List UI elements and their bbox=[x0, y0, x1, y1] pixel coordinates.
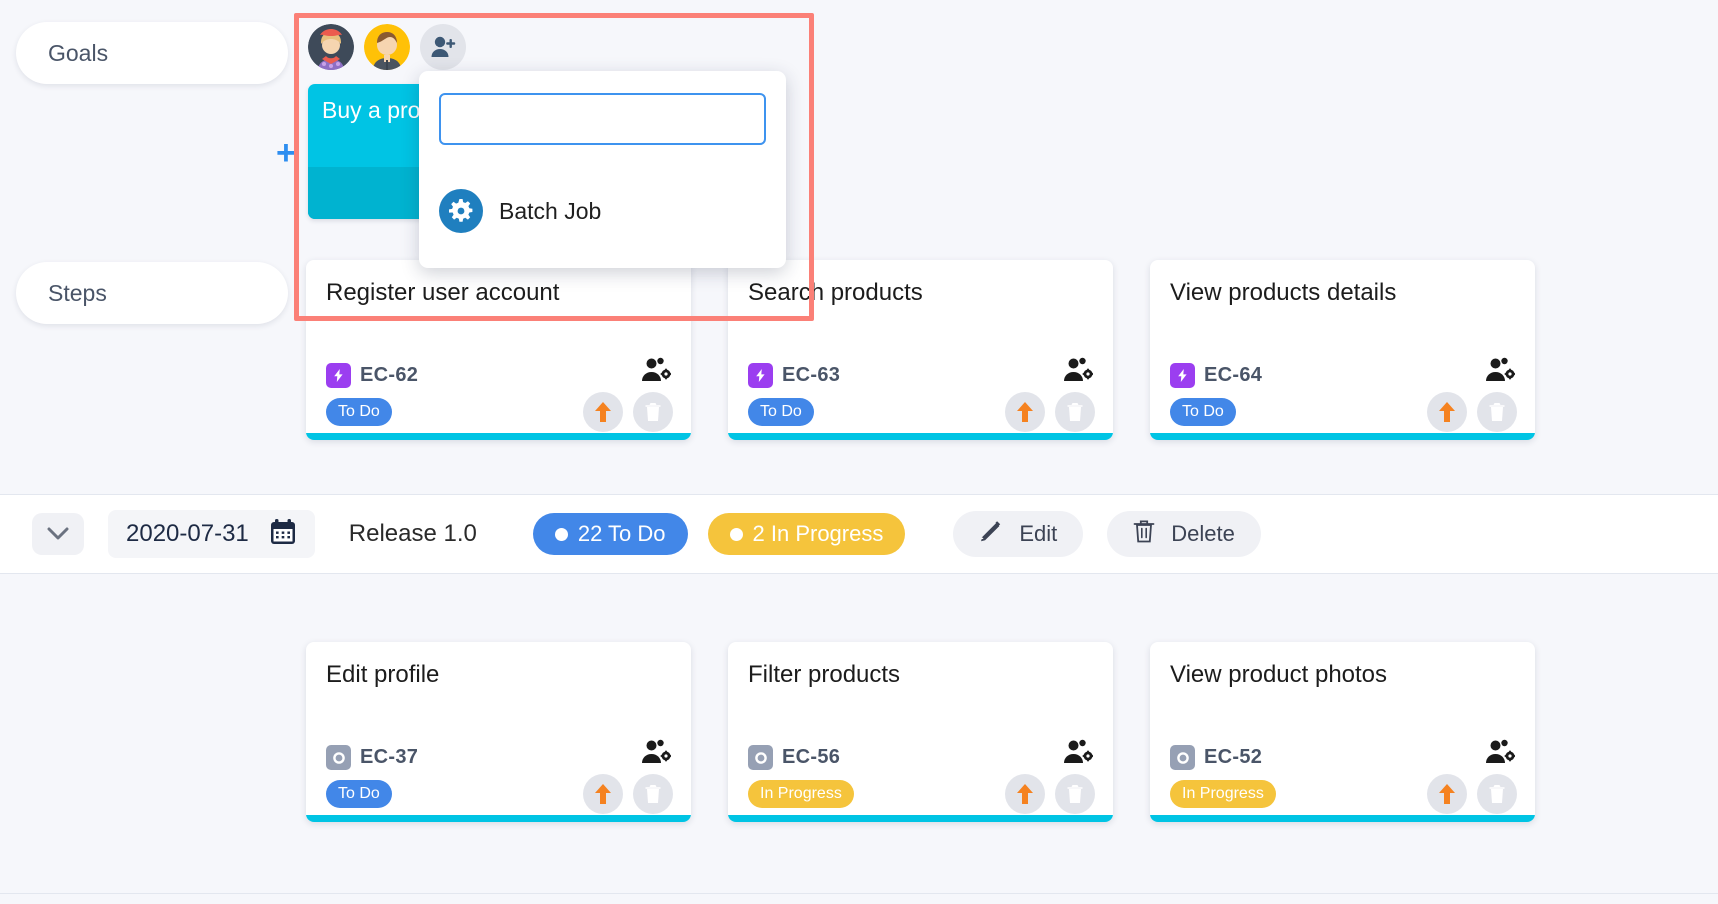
add-goal-button[interactable]: + bbox=[276, 136, 296, 170]
story-card[interactable]: View products details EC-64 To Do bbox=[1150, 260, 1535, 440]
card-accent-bar bbox=[1150, 815, 1535, 822]
story-card-actions bbox=[1427, 392, 1517, 432]
story-card-key-text: EC-63 bbox=[782, 364, 840, 387]
create-item-popup: Batch Job bbox=[419, 71, 786, 268]
story-card[interactable]: Register user account EC-62 To Do bbox=[306, 260, 691, 440]
story-card-title: Filter products bbox=[728, 642, 1113, 689]
story-card-actions bbox=[1005, 774, 1095, 814]
trash-icon bbox=[1133, 519, 1155, 549]
release-inprogress-count: 2 In Progress bbox=[708, 513, 906, 555]
gear-icon bbox=[439, 189, 483, 233]
rail-label-steps-text: Steps bbox=[48, 280, 107, 307]
promote-up-button[interactable] bbox=[1427, 774, 1467, 814]
release-todo-count: 22 To Do bbox=[533, 513, 688, 555]
avatar-female-user[interactable] bbox=[308, 24, 354, 70]
story-card-key: EC-52 bbox=[1170, 745, 1262, 770]
release-name: Release 1.0 bbox=[349, 520, 477, 548]
story-card-key-text: EC-56 bbox=[782, 746, 840, 769]
status-badge: In Progress bbox=[1170, 780, 1276, 808]
chevron-down-icon[interactable] bbox=[32, 513, 84, 555]
card-accent-bar bbox=[728, 433, 1113, 440]
calendar-icon[interactable] bbox=[269, 518, 297, 551]
rail-label-goals: Goals bbox=[16, 22, 288, 84]
add-user-icon[interactable] bbox=[420, 24, 466, 70]
story-card-key: EC-62 bbox=[326, 363, 418, 388]
team-avatar-strip bbox=[308, 24, 466, 70]
assign-user-icon[interactable] bbox=[1063, 739, 1093, 770]
release-inprogress-count-text: 2 In Progress bbox=[753, 521, 884, 547]
card-accent-bar bbox=[728, 815, 1113, 822]
status-badge: To Do bbox=[1170, 398, 1236, 426]
story-card-title: View product photos bbox=[1150, 642, 1535, 689]
story-card-title: Search products bbox=[728, 260, 1113, 307]
rail-label-steps: Steps bbox=[16, 262, 288, 324]
story-card-key-text: EC-64 bbox=[1204, 364, 1262, 387]
release-todo-count-text: 22 To Do bbox=[578, 521, 666, 547]
promote-up-button[interactable] bbox=[583, 392, 623, 432]
story-type-icon bbox=[326, 745, 351, 770]
story-card[interactable]: View product photos EC-52 In Progress bbox=[1150, 642, 1535, 822]
story-card-key: EC-56 bbox=[748, 745, 840, 770]
delete-card-button[interactable] bbox=[1477, 774, 1517, 814]
story-card-key: EC-63 bbox=[748, 363, 840, 388]
delete-card-button[interactable] bbox=[633, 392, 673, 432]
card-accent-bar bbox=[306, 815, 691, 822]
epic-icon bbox=[748, 363, 773, 388]
delete-release-label: Delete bbox=[1171, 521, 1235, 547]
story-card[interactable]: Filter products EC-56 In Progress bbox=[728, 642, 1113, 822]
release-date-text: 2020-07-31 bbox=[126, 520, 249, 548]
story-type-icon bbox=[1170, 745, 1195, 770]
delete-release-button[interactable]: Delete bbox=[1107, 511, 1261, 557]
epic-icon bbox=[326, 363, 351, 388]
story-card-actions bbox=[583, 774, 673, 814]
story-card[interactable]: Search products EC-63 To Do bbox=[728, 260, 1113, 440]
bottom-divider bbox=[0, 893, 1718, 894]
popup-item-label: Batch Job bbox=[499, 198, 601, 225]
delete-card-button[interactable] bbox=[633, 774, 673, 814]
status-badge: To Do bbox=[326, 780, 392, 808]
release-bar: 2020-07-31 Release 1.0 22 To Do bbox=[0, 494, 1718, 574]
story-card-actions bbox=[1005, 392, 1095, 432]
promote-up-button[interactable] bbox=[583, 774, 623, 814]
release-date-field[interactable]: 2020-07-31 bbox=[108, 510, 315, 558]
story-card-title: Edit profile bbox=[306, 642, 691, 689]
pencil-icon bbox=[979, 519, 1003, 549]
popup-item-batch-job[interactable]: Batch Job bbox=[439, 189, 601, 233]
promote-up-button[interactable] bbox=[1005, 392, 1045, 432]
edit-release-label: Edit bbox=[1019, 521, 1057, 547]
delete-card-button[interactable] bbox=[1055, 774, 1095, 814]
promote-up-button[interactable] bbox=[1005, 774, 1045, 814]
story-card-key: EC-37 bbox=[326, 745, 418, 770]
story-type-icon bbox=[748, 745, 773, 770]
card-accent-bar bbox=[1150, 433, 1535, 440]
story-card-actions bbox=[1427, 774, 1517, 814]
story-card-key: EC-64 bbox=[1170, 363, 1262, 388]
assign-user-icon[interactable] bbox=[1485, 739, 1515, 770]
delete-card-button[interactable] bbox=[1055, 392, 1095, 432]
story-card-actions bbox=[583, 392, 673, 432]
rail-label-goals-text: Goals bbox=[48, 40, 108, 67]
story-card-key-text: EC-62 bbox=[360, 364, 418, 387]
assign-user-icon[interactable] bbox=[1063, 357, 1093, 388]
story-map-board: Goals Steps bbox=[0, 0, 1718, 904]
status-badge: To Do bbox=[326, 398, 392, 426]
story-card-title: View products details bbox=[1150, 260, 1535, 307]
assign-user-icon[interactable] bbox=[641, 739, 671, 770]
assign-user-icon[interactable] bbox=[641, 357, 671, 388]
epic-icon bbox=[1170, 363, 1195, 388]
avatar-male-user[interactable] bbox=[364, 24, 410, 70]
story-card[interactable]: Edit profile EC-37 To Do bbox=[306, 642, 691, 822]
edit-release-button[interactable]: Edit bbox=[953, 511, 1083, 557]
delete-card-button[interactable] bbox=[1477, 392, 1517, 432]
status-badge: To Do bbox=[748, 398, 814, 426]
story-card-key-text: EC-52 bbox=[1204, 746, 1262, 769]
dot-icon bbox=[730, 528, 743, 541]
story-card-key-text: EC-37 bbox=[360, 746, 418, 769]
promote-up-button[interactable] bbox=[1427, 392, 1467, 432]
assign-user-icon[interactable] bbox=[1485, 357, 1515, 388]
dot-icon bbox=[555, 528, 568, 541]
popup-search-input[interactable] bbox=[439, 93, 766, 145]
card-accent-bar bbox=[306, 433, 691, 440]
status-badge: In Progress bbox=[748, 780, 854, 808]
